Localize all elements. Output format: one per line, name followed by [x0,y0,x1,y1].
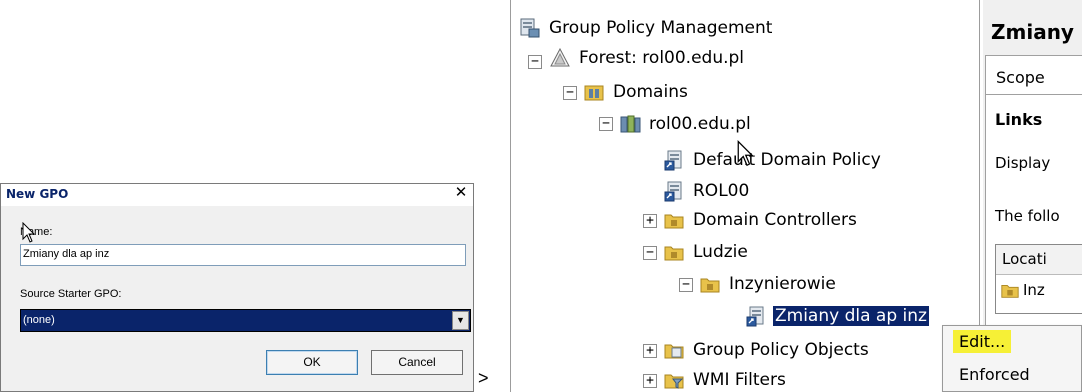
following-text: The follo [995,207,1060,225]
tree-label: Inzynierowie [729,274,836,294]
tree-item-domain-rol00[interactable]: rol00.edu.pl [619,110,753,138]
ou-folder-icon [700,278,720,293]
gpo-link-icon [664,181,682,202]
forest-icon [550,47,570,67]
cancel-button[interactable]: Cancel [371,350,463,375]
expand-icon[interactable]: + [643,344,657,358]
mouse-cursor-icon [737,140,754,167]
collapse-icon[interactable]: − [563,86,577,100]
gpmc-icon [520,18,540,38]
starter-gpo-select[interactable]: (none) ▼ [20,309,471,332]
gpo-link-icon [746,306,764,327]
tree-item-domain-controllers[interactable]: Domain Controllers [663,206,859,234]
tree-label: Domains [613,82,688,102]
collapse-icon[interactable]: − [599,117,613,131]
gpmc-tree-pane: Group Policy Management − Forest: rol00.… [510,0,980,392]
mouse-cursor-icon [22,222,36,243]
wmi-filter-icon [664,374,684,389]
tree-item-rol00-gpo[interactable]: ROL00 [663,177,751,205]
tree-item-zmiany-dla-ap-inz[interactable]: Zmiany dla ap inz [745,302,929,330]
chevron-down-icon[interactable]: ▼ [452,311,469,330]
tree-label: Zmiany dla ap inz [773,306,929,326]
starter-gpo-label: Source Starter GPO: [20,288,122,300]
tree-label: WMI Filters [693,370,786,390]
tree-label: Default Domain Policy [693,150,881,170]
domains-icon [584,85,604,101]
tree-item-domains[interactable]: Domains [583,78,690,106]
domain-icon [620,115,641,133]
location-column-header[interactable]: Locati [996,245,1082,275]
ou-folder-icon [1001,285,1019,298]
ou-folder-icon [664,246,684,261]
step-separator: > [478,368,489,388]
collapse-icon[interactable]: − [643,246,657,260]
tree-label: ROL00 [693,181,750,201]
collapse-icon[interactable]: − [679,278,693,292]
collapse-icon[interactable]: − [528,55,542,69]
expand-icon[interactable]: + [643,214,657,228]
display-label: Display [995,154,1051,172]
tree-item-group-policy-objects[interactable]: Group Policy Objects [663,336,871,364]
table-cell: Inz [1023,281,1045,299]
gpo-container-icon [664,344,684,359]
links-heading: Links [995,110,1043,129]
tree-item-inzynierowie[interactable]: Inzynierowie [699,270,838,298]
tree-label: Group Policy Objects [693,340,869,360]
details-title: Zmiany [991,20,1074,44]
tree-label: Ludzie [693,242,748,262]
tree-item-gpmc-root[interactable]: Group Policy Management [519,14,774,42]
links-table: Locati Inz [995,244,1082,314]
menu-item-enforced[interactable]: Enforced [953,363,1036,386]
dialog-title: New GPO [6,187,69,201]
tab-scope[interactable]: Scope [985,55,1082,95]
ok-button[interactable]: OK [266,350,358,375]
gpo-link-icon [664,150,682,171]
tree-item-wmi-filters[interactable]: WMI Filters [663,366,788,392]
tree-item-forest[interactable]: Forest: rol00.edu.pl [549,44,746,72]
tree-item-ludzie[interactable]: Ludzie [663,238,750,266]
name-input[interactable]: Zmiany dla ap inz [20,244,466,266]
tree-label: Forest: rol00.edu.pl [579,48,745,68]
ou-folder-icon [664,214,684,229]
tree-label: rol00.edu.pl [649,114,751,134]
starter-gpo-value: (none) [23,314,55,326]
table-row[interactable]: Inz [1000,280,1045,300]
tree-item-default-domain-policy[interactable]: Default Domain Policy [663,146,883,174]
expand-icon[interactable]: + [643,374,657,388]
tree-label: Domain Controllers [693,210,857,230]
new-gpo-dialog: New GPO ✕ Name: Zmiany dla ap inz Source… [0,183,474,392]
menu-item-edit[interactable]: Edit... [953,330,1012,353]
context-menu: Edit... Enforced [942,325,1082,392]
close-icon[interactable]: ✕ [453,185,469,201]
tree-label: Group Policy Management [549,18,773,38]
dialog-title-bar: New GPO ✕ [1,184,473,206]
